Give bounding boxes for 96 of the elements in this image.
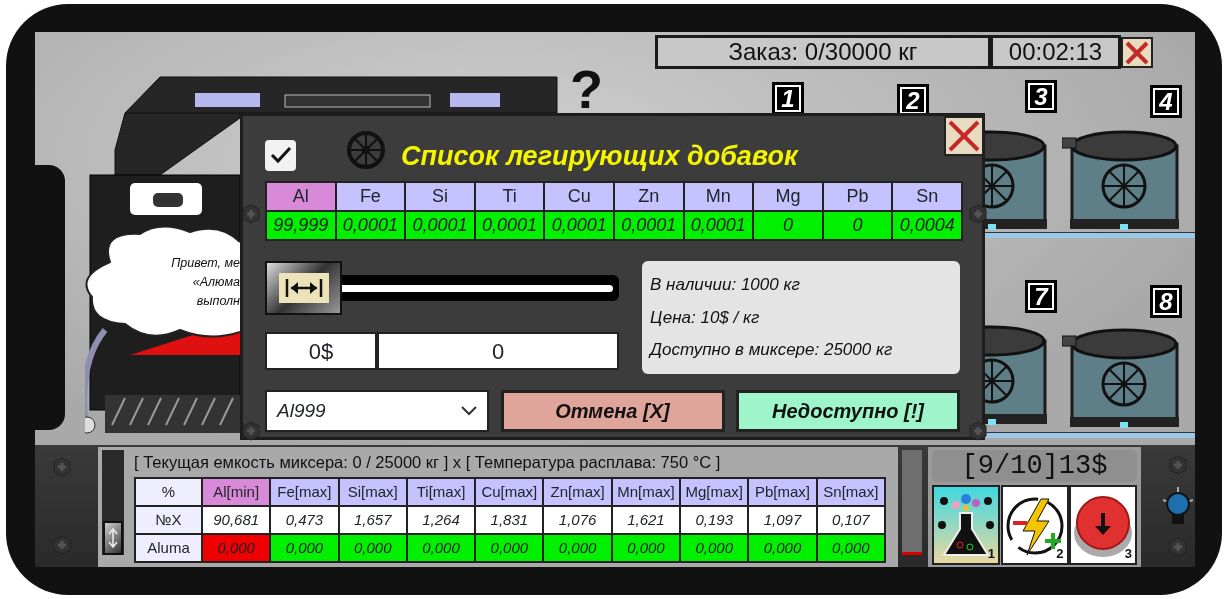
- table-cell: 0,0004: [892, 211, 962, 240]
- question-mark: ?: [570, 62, 603, 116]
- column-header: Fe[max]: [270, 477, 339, 506]
- element-tab[interactable]: Al: [266, 182, 336, 211]
- table-cell: 0,000: [748, 533, 817, 562]
- furnace-number: 8: [1150, 285, 1182, 318]
- table-cell: 0,473: [270, 505, 339, 534]
- table-cell: 0,000: [680, 533, 749, 562]
- close-button[interactable]: [944, 116, 984, 156]
- unavailable-button[interactable]: Недоступно [!]: [736, 390, 960, 432]
- table-cell: 90,681: [202, 505, 271, 534]
- table-cell: 0,107: [816, 505, 885, 534]
- table-cell: 1,657: [338, 505, 407, 534]
- table-cell: 0,000: [543, 533, 612, 562]
- column-header: %: [135, 477, 202, 506]
- screw-icon: [52, 535, 72, 555]
- amount-field[interactable]: 0: [377, 332, 619, 370]
- info-text: Цена: 10$ / кг: [650, 306, 761, 329]
- table-cell: 0,000: [338, 533, 407, 562]
- table-cell: 1,076: [543, 505, 612, 534]
- element-tab[interactable]: Ti: [474, 182, 545, 211]
- column-header: Pb[max]: [748, 477, 817, 506]
- table-cell: 0: [822, 211, 893, 240]
- table-cell: 0,0001: [544, 211, 614, 240]
- table-cell: 0,000: [816, 533, 885, 562]
- table-cell: 1,621: [611, 505, 681, 534]
- column-header: Zn[max]: [543, 477, 612, 506]
- element-tab[interactable]: Mg: [753, 182, 823, 211]
- table-cell: 0,0001: [405, 211, 475, 240]
- close-icon: [947, 119, 981, 153]
- table-cell: 1,831: [475, 505, 544, 534]
- screw-icon: [1168, 455, 1188, 475]
- column-header: Mg[max]: [680, 477, 749, 506]
- table-cell: 0,0001: [335, 211, 406, 240]
- slider-thumb[interactable]: [103, 521, 123, 555]
- row-header: Aluma: [135, 533, 202, 562]
- wallet-display: [9/10]13$: [932, 450, 1137, 482]
- push-button[interactable]: 3: [1069, 485, 1137, 565]
- column-header: Cu[max]: [475, 477, 544, 506]
- table-cell: 0,000: [406, 533, 476, 562]
- slider-thumb[interactable]: [265, 261, 342, 315]
- table-cell: 0,000: [475, 533, 544, 562]
- close-button[interactable]: [1121, 37, 1153, 68]
- wheel-icon: [346, 130, 386, 170]
- alloy-dropdown[interactable]: Al999: [265, 390, 489, 432]
- timer: 00:02:13: [990, 35, 1121, 69]
- furnace-number: 7: [1025, 280, 1057, 313]
- element-tab[interactable]: Si: [405, 182, 475, 211]
- element-tab[interactable]: Mn: [683, 182, 754, 211]
- table-cell: 0,0001: [683, 211, 754, 240]
- element-tab[interactable]: Fe: [335, 182, 406, 211]
- element-tab[interactable]: Zn: [613, 182, 684, 211]
- order-counter: Заказ: 0/30000 кг: [655, 35, 991, 69]
- table-cell: 0,000: [270, 533, 339, 562]
- column-header: Si[max]: [338, 477, 407, 506]
- table-cell: 1,097: [748, 505, 817, 534]
- cost-field: 0$: [265, 332, 377, 370]
- dialog-title: Список легирующих добавок: [401, 139, 798, 173]
- round-button-icon: [1072, 493, 1134, 559]
- element-tab[interactable]: Cu: [544, 182, 614, 211]
- table-cell: 0: [753, 211, 823, 240]
- table-cell: 0,000: [202, 533, 271, 562]
- arrows-icon: [108, 528, 118, 548]
- chevron-down-icon: [461, 406, 477, 416]
- check-icon: [269, 146, 292, 164]
- info-text: Доступно в миксере: 25000 кг: [650, 339, 894, 362]
- light-bulb-icon: [1161, 486, 1195, 526]
- table-cell: 1,264: [406, 505, 476, 534]
- speech-bubble-text: Привет, ме «Алюма выполн: [170, 255, 240, 310]
- table-cell: 0,0001: [613, 211, 684, 240]
- vertical-slider[interactable]: [102, 450, 124, 555]
- screw-icon: [1168, 537, 1188, 557]
- table-cell: 0,193: [680, 505, 749, 534]
- checkbox[interactable]: [265, 139, 296, 171]
- screw-icon: [52, 457, 72, 477]
- column-header: Sn[max]: [816, 477, 885, 506]
- cancel-button[interactable]: Отмена [X]: [500, 390, 725, 432]
- table-cell: 99,999: [266, 211, 336, 240]
- table-cell: 0,000: [611, 533, 681, 562]
- row-header: №X: [135, 505, 202, 534]
- mixer-status: [ Текущая емкость миксера: 0 / 25000 кг ] x [ Температура расплава: 750 °C ]: [134, 452, 722, 473]
- arrows-icon: [278, 273, 329, 303]
- column-header: Mn[max]: [611, 477, 681, 506]
- furnace-number: 3: [1025, 80, 1057, 113]
- lightning-button[interactable]: 2: [1000, 485, 1069, 565]
- element-tab[interactable]: Sn: [892, 182, 962, 211]
- close-icon: [1124, 39, 1150, 66]
- column-header: Al[min]: [202, 477, 271, 506]
- slider[interactable]: [265, 261, 619, 317]
- info-text: В наличии: 1000 кг: [650, 274, 801, 297]
- flask-button[interactable]: 1: [932, 485, 1000, 565]
- furnace-number: 1: [772, 82, 804, 115]
- column-header: Ti[max]: [406, 477, 476, 506]
- element-tab[interactable]: Pb: [822, 182, 893, 211]
- furnace-number: 4: [1150, 85, 1182, 118]
- table-cell: 0,0001: [474, 211, 545, 240]
